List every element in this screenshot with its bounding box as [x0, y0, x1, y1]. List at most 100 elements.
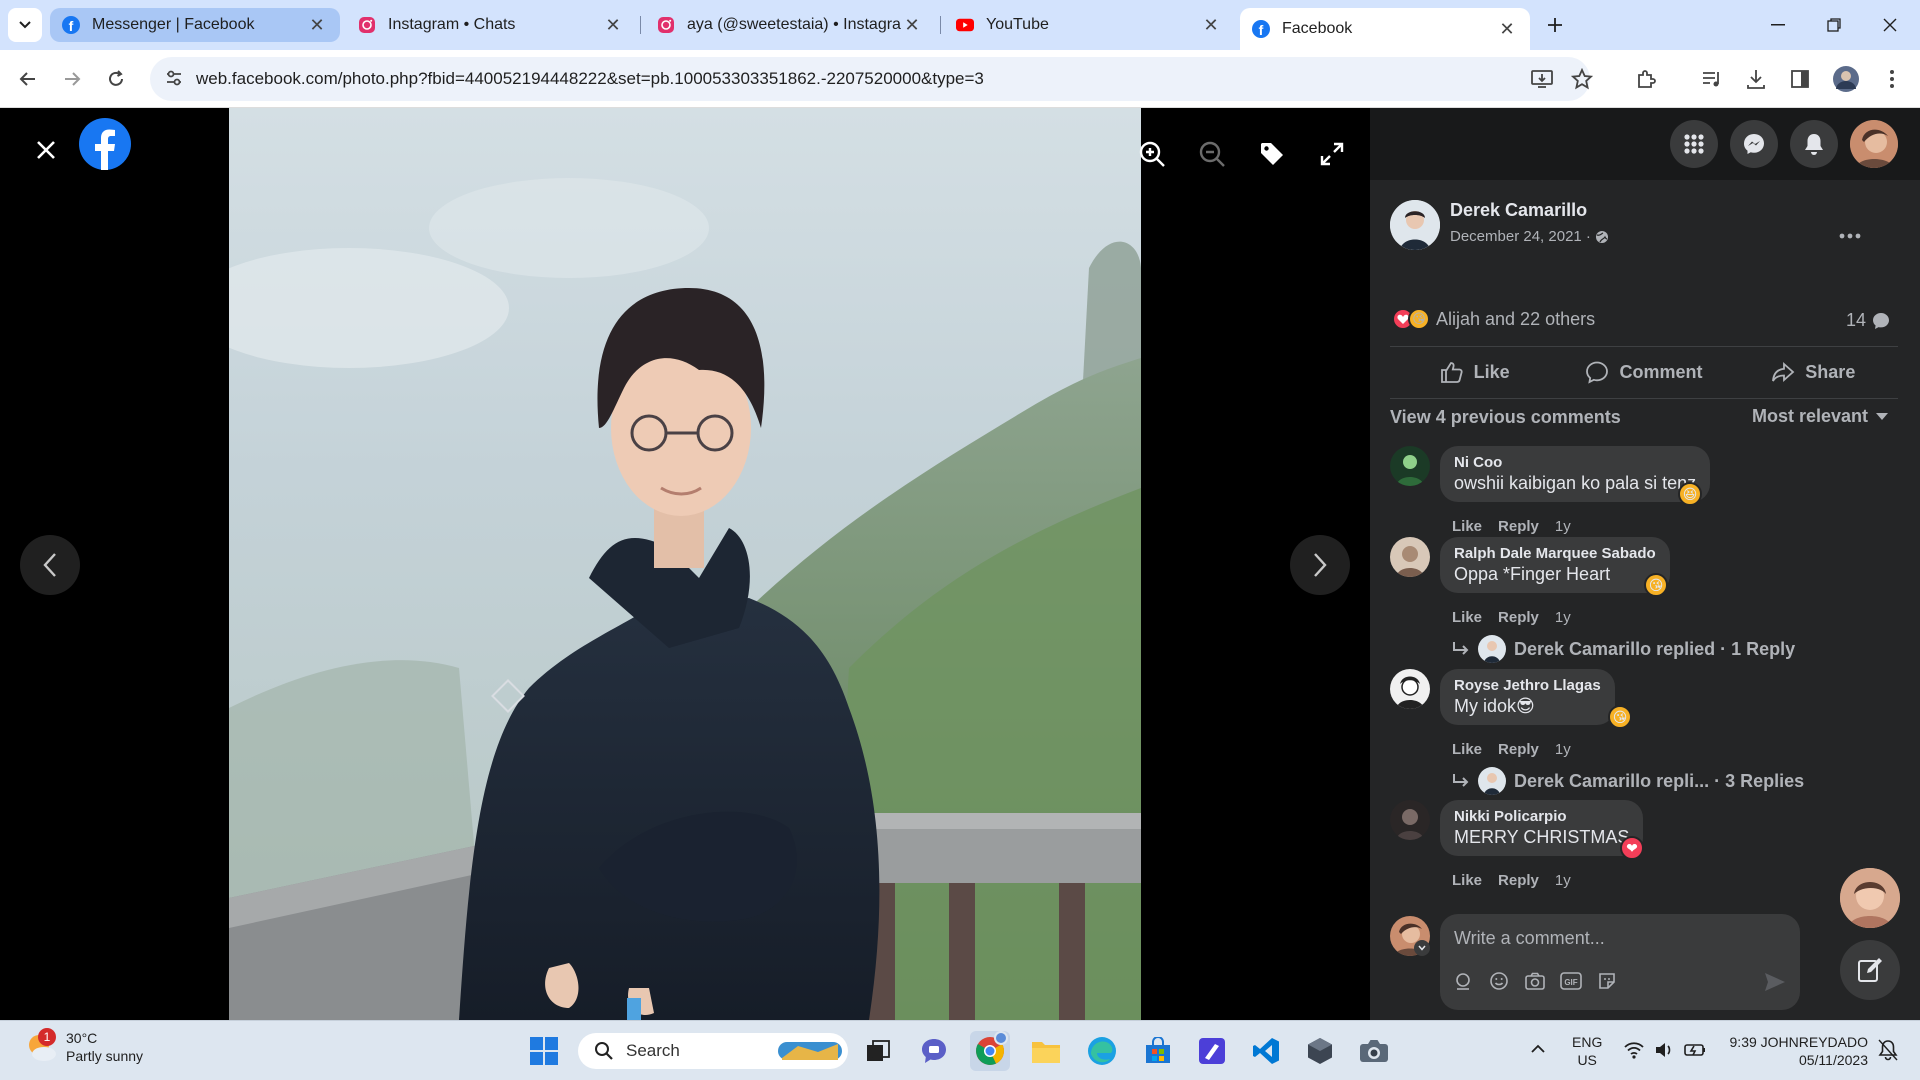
comment-reply-button[interactable]: Reply [1498, 518, 1539, 535]
comment-like-button[interactable]: Like [1452, 609, 1482, 626]
comment-sort-dropdown[interactable]: Most relevant [1752, 406, 1888, 427]
close-icon[interactable]: ✕ [1200, 14, 1222, 36]
comment-count[interactable]: 14 [1846, 310, 1890, 331]
tab-messenger[interactable]: f Messenger | Facebook ✕ [50, 8, 340, 42]
author-avatar[interactable] [1390, 200, 1440, 250]
browser-menu-button[interactable] [1876, 63, 1908, 95]
profile-switch-button[interactable] [1414, 940, 1430, 956]
comment-reply-button[interactable]: Reply [1498, 872, 1539, 889]
comment-bubble[interactable]: Ni Coo owshii kaibigan ko pala si tenz [1440, 446, 1711, 502]
start-button[interactable] [524, 1031, 564, 1071]
install-app-button[interactable] [1526, 63, 1558, 95]
extensions-button[interactable] [1630, 63, 1662, 95]
clock[interactable]: 9:39 JOHNREYDADO 05/11/2023 [1724, 1033, 1868, 1069]
comment-like-button[interactable]: Like [1452, 518, 1482, 535]
comment-like-button[interactable]: Like [1452, 741, 1482, 758]
share-button[interactable]: Share [1729, 350, 1898, 394]
chrome-app-button[interactable] [970, 1031, 1010, 1071]
commenter-avatar[interactable] [1390, 669, 1430, 709]
file-explorer-button[interactable] [1026, 1031, 1066, 1071]
weather-widget[interactable]: 1 30°C Partly sunny [24, 1028, 143, 1065]
tab-instagram-profile[interactable]: aya (@sweetestaia) • Instagram ✕ [645, 8, 935, 42]
downloads-button[interactable] [1740, 63, 1772, 95]
close-icon[interactable]: ✕ [602, 14, 624, 36]
edge-app-button[interactable] [1082, 1031, 1122, 1071]
avatar-sticker-button[interactable] [1452, 970, 1474, 992]
site-settings-icon[interactable] [164, 68, 184, 93]
gif-button[interactable]: GIF [1560, 970, 1582, 992]
comment-reaction-icon[interactable]: 😘 [1644, 573, 1668, 597]
commenter-name[interactable]: Nikki Policarpio [1454, 808, 1629, 825]
vscode-app-button[interactable] [1246, 1031, 1286, 1071]
account-button[interactable] [1850, 120, 1898, 168]
comment-timestamp[interactable]: 1y [1555, 518, 1571, 535]
commenter-avatar[interactable] [1390, 446, 1430, 486]
view-previous-comments-link[interactable]: View 4 previous comments [1390, 407, 1621, 428]
next-photo-button[interactable] [1290, 535, 1350, 595]
comment-timestamp[interactable]: 1y [1555, 609, 1571, 626]
address-bar[interactable]: web.facebook.com/photo.php?fbid=44005219… [150, 57, 1590, 101]
task-view-button[interactable] [858, 1031, 898, 1071]
comment-bubble[interactable]: Nikki Policarpio MERRY CHRISTMAS [1440, 800, 1644, 856]
menu-button[interactable] [1670, 120, 1718, 168]
media-controls-button[interactable] [1696, 63, 1728, 95]
chat-head-avatar[interactable] [1840, 868, 1900, 928]
comment-like-button[interactable]: Like [1452, 872, 1482, 889]
new-tab-button[interactable] [1530, 0, 1580, 50]
fullscreen-button[interactable] [1310, 132, 1354, 176]
close-icon[interactable]: ✕ [306, 14, 328, 36]
close-icon[interactable]: ✕ [1496, 18, 1518, 40]
system-tray-icons[interactable] [1624, 1041, 1706, 1059]
cube-app-button[interactable] [1300, 1031, 1340, 1071]
comment-bubble[interactable]: Royse Jethro Llagas My idok😎 [1440, 669, 1615, 725]
forward-button[interactable] [56, 63, 88, 95]
commenter-avatar[interactable] [1390, 800, 1430, 840]
like-button[interactable]: Like [1390, 350, 1559, 394]
zoom-out-button[interactable] [1190, 132, 1234, 176]
previous-photo-button[interactable] [20, 535, 80, 595]
camera-app-button[interactable] [1354, 1031, 1394, 1071]
tab-instagram-chats[interactable]: Instagram • Chats ✕ [346, 8, 636, 42]
reload-button[interactable] [100, 63, 132, 95]
back-button[interactable] [12, 63, 44, 95]
comment-button[interactable]: Comment [1559, 350, 1728, 394]
commenter-name[interactable]: Ni Coo [1454, 454, 1696, 471]
messenger-button[interactable] [1730, 120, 1778, 168]
side-panel-button[interactable] [1784, 63, 1816, 95]
post-author-name[interactable]: Derek Camarillo [1450, 200, 1587, 221]
commenter-avatar[interactable] [1390, 537, 1430, 577]
zoom-in-button[interactable] [1130, 132, 1174, 176]
close-viewer-button[interactable] [26, 130, 66, 170]
view-replies-link[interactable]: Derek Camarillo replied · 1 Reply [1452, 635, 1795, 663]
tag-photo-button[interactable] [1250, 132, 1294, 176]
store-app-button[interactable] [1138, 1031, 1178, 1071]
minimize-button[interactable] [1750, 0, 1806, 50]
tab-search-button[interactable] [8, 8, 42, 42]
facebook-home-link[interactable] [79, 118, 131, 170]
new-message-button[interactable] [1840, 940, 1900, 1000]
taskbar-search[interactable]: Search [578, 1033, 848, 1069]
comment-bubble[interactable]: Ralph Dale Marquee Sabado Oppa *Finger H… [1440, 537, 1670, 593]
restore-button[interactable] [1806, 0, 1862, 50]
teams-chat-button[interactable] [914, 1031, 954, 1071]
post-photo[interactable] [229, 108, 1141, 1020]
emoji-button[interactable] [1488, 970, 1510, 992]
close-window-button[interactable] [1862, 0, 1918, 50]
photo-upload-button[interactable] [1524, 970, 1546, 992]
comment-input[interactable]: Write a comment... GIF [1440, 914, 1800, 1010]
comment-timestamp[interactable]: 1y [1555, 872, 1571, 889]
notifications-button[interactable] [1790, 120, 1838, 168]
commenter-name[interactable]: Royse Jethro Llagas [1454, 677, 1601, 694]
show-hidden-icons-button[interactable] [1530, 1041, 1554, 1061]
reactions-summary[interactable]: 😘 Alijah and 22 others [1392, 308, 1595, 330]
comment-reply-button[interactable]: Reply [1498, 609, 1539, 626]
post-date[interactable]: December 24, 2021 · [1450, 228, 1609, 245]
commenter-name[interactable]: Ralph Dale Marquee Sabado [1454, 545, 1656, 562]
bookmark-button[interactable] [1566, 63, 1598, 95]
comment-timestamp[interactable]: 1y [1555, 741, 1571, 758]
comment-reaction-icon[interactable]: 😘 [1608, 705, 1632, 729]
view-replies-link[interactable]: Derek Camarillo repli... · 3 Replies [1452, 767, 1804, 795]
profile-button[interactable] [1830, 63, 1862, 95]
tab-youtube[interactable]: YouTube ✕ [944, 8, 1234, 42]
tab-facebook[interactable]: f Facebook ✕ [1240, 8, 1530, 50]
